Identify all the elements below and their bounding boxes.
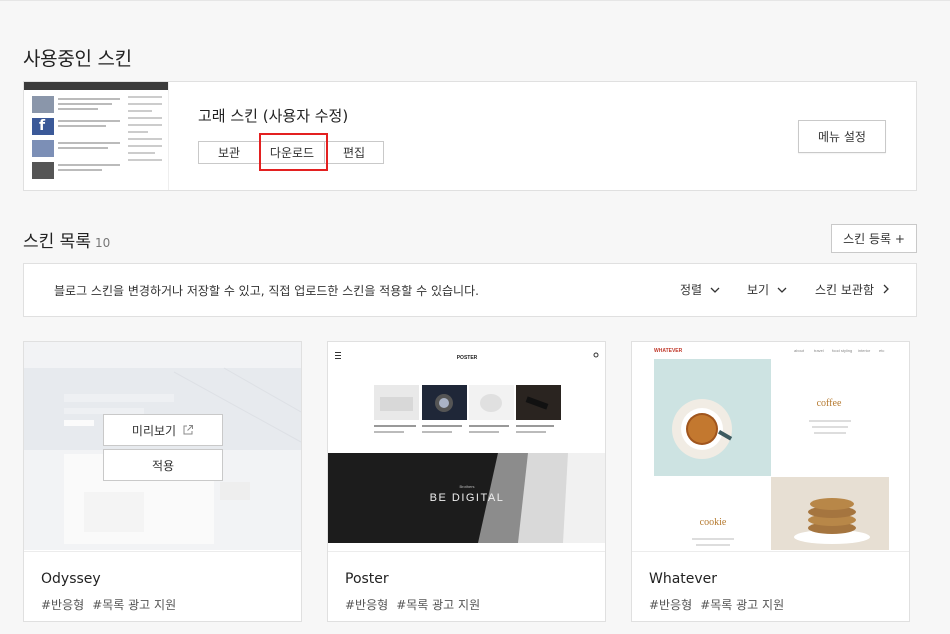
skin-tags: #반응형 #목록 광고 지원 — [649, 598, 785, 612]
skin-list-toolbar: 블로그 스킨을 변경하거나 저장할 수 있고, 직접 업로드한 스킨을 적용할 … — [23, 263, 917, 317]
skin-list-heading: 스킨 목록 10 — [23, 232, 111, 252]
skin-card-poster[interactable]: POSTER Brothers BE DIGITAL Poster #반응형 #목… — [327, 341, 606, 622]
menu-settings-button[interactable]: 메뉴 설정 — [798, 120, 886, 153]
current-skin-heading: 사용중인 스킨 — [23, 48, 132, 70]
chevron-down-icon — [710, 287, 720, 293]
svg-text:interior: interior — [858, 348, 871, 353]
preview-button[interactable]: 미리보기 — [103, 414, 223, 446]
skin-preview-poster: POSTER Brothers BE DIGITAL — [328, 342, 605, 550]
skin-preview-whatever: WHATEVER about travel food styling inter… — [632, 342, 909, 550]
skin-tags: #반응형 #목록 광고 지원 — [345, 598, 481, 612]
skin-storage-link[interactable]: 스킨 보관함 — [815, 281, 890, 298]
cookie-label: cookie — [700, 517, 727, 528]
view-dropdown[interactable]: 보기 — [747, 281, 787, 298]
skin-name: Poster — [345, 571, 389, 587]
svg-text:food styling: food styling — [832, 348, 852, 353]
svg-text:travel: travel — [814, 348, 824, 353]
top-divider — [0, 0, 950, 1]
poster-preview-art: POSTER Brothers BE DIGITAL — [328, 342, 605, 550]
download-button[interactable]: 다운로드 — [259, 141, 325, 164]
edit-button[interactable]: 편집 — [324, 141, 384, 164]
svg-text:about: about — [794, 348, 805, 353]
archive-button[interactable]: 보관 — [198, 141, 260, 164]
skin-preview-odyssey: 미리보기 적용 — [24, 342, 301, 550]
sort-dropdown[interactable]: 정렬 — [680, 281, 720, 298]
chevron-right-icon — [883, 284, 889, 294]
skin-list-description: 블로그 스킨을 변경하거나 저장할 수 있고, 직접 업로드한 스킨을 적용할 … — [54, 284, 479, 298]
coffee-label: coffee — [817, 398, 842, 409]
chevron-down-icon — [777, 287, 787, 293]
external-link-icon — [183, 425, 194, 435]
skin-card-whatever[interactable]: WHATEVER about travel food styling inter… — [631, 341, 910, 622]
register-skin-button[interactable]: 스킨 등록 + — [831, 224, 917, 253]
banner-text: BE DIGITAL — [430, 492, 505, 504]
banner-small-text: Brothers — [459, 484, 474, 489]
skin-card-odyssey[interactable]: 미리보기 적용 Odyssey #반응형 #목록 광고 지원 — [23, 341, 302, 622]
skin-count: 10 — [94, 236, 111, 250]
odyssey-preview-art — [24, 342, 301, 550]
skin-tags: #반응형 #목록 광고 지원 — [41, 598, 177, 612]
current-skin-thumbnail: 고래 스킨 미리보기 f — [24, 82, 169, 190]
current-skin-panel: 고래 스킨 미리보기 f 고래 스킨 (사용자 수정) 보관 다운로드 편집 메… — [23, 81, 917, 191]
poster-brand: POSTER — [457, 355, 478, 361]
whatever-preview-art: WHATEVER about travel food styling inter… — [632, 342, 909, 550]
skin-name: Odyssey — [41, 571, 101, 587]
apply-button[interactable]: 적용 — [103, 449, 223, 481]
current-skin-name: 고래 스킨 (사용자 수정) — [198, 107, 349, 125]
whatever-brand: WHATEVER — [654, 348, 683, 354]
svg-text:etc: etc — [879, 348, 884, 353]
skin-name: Whatever — [649, 571, 718, 587]
